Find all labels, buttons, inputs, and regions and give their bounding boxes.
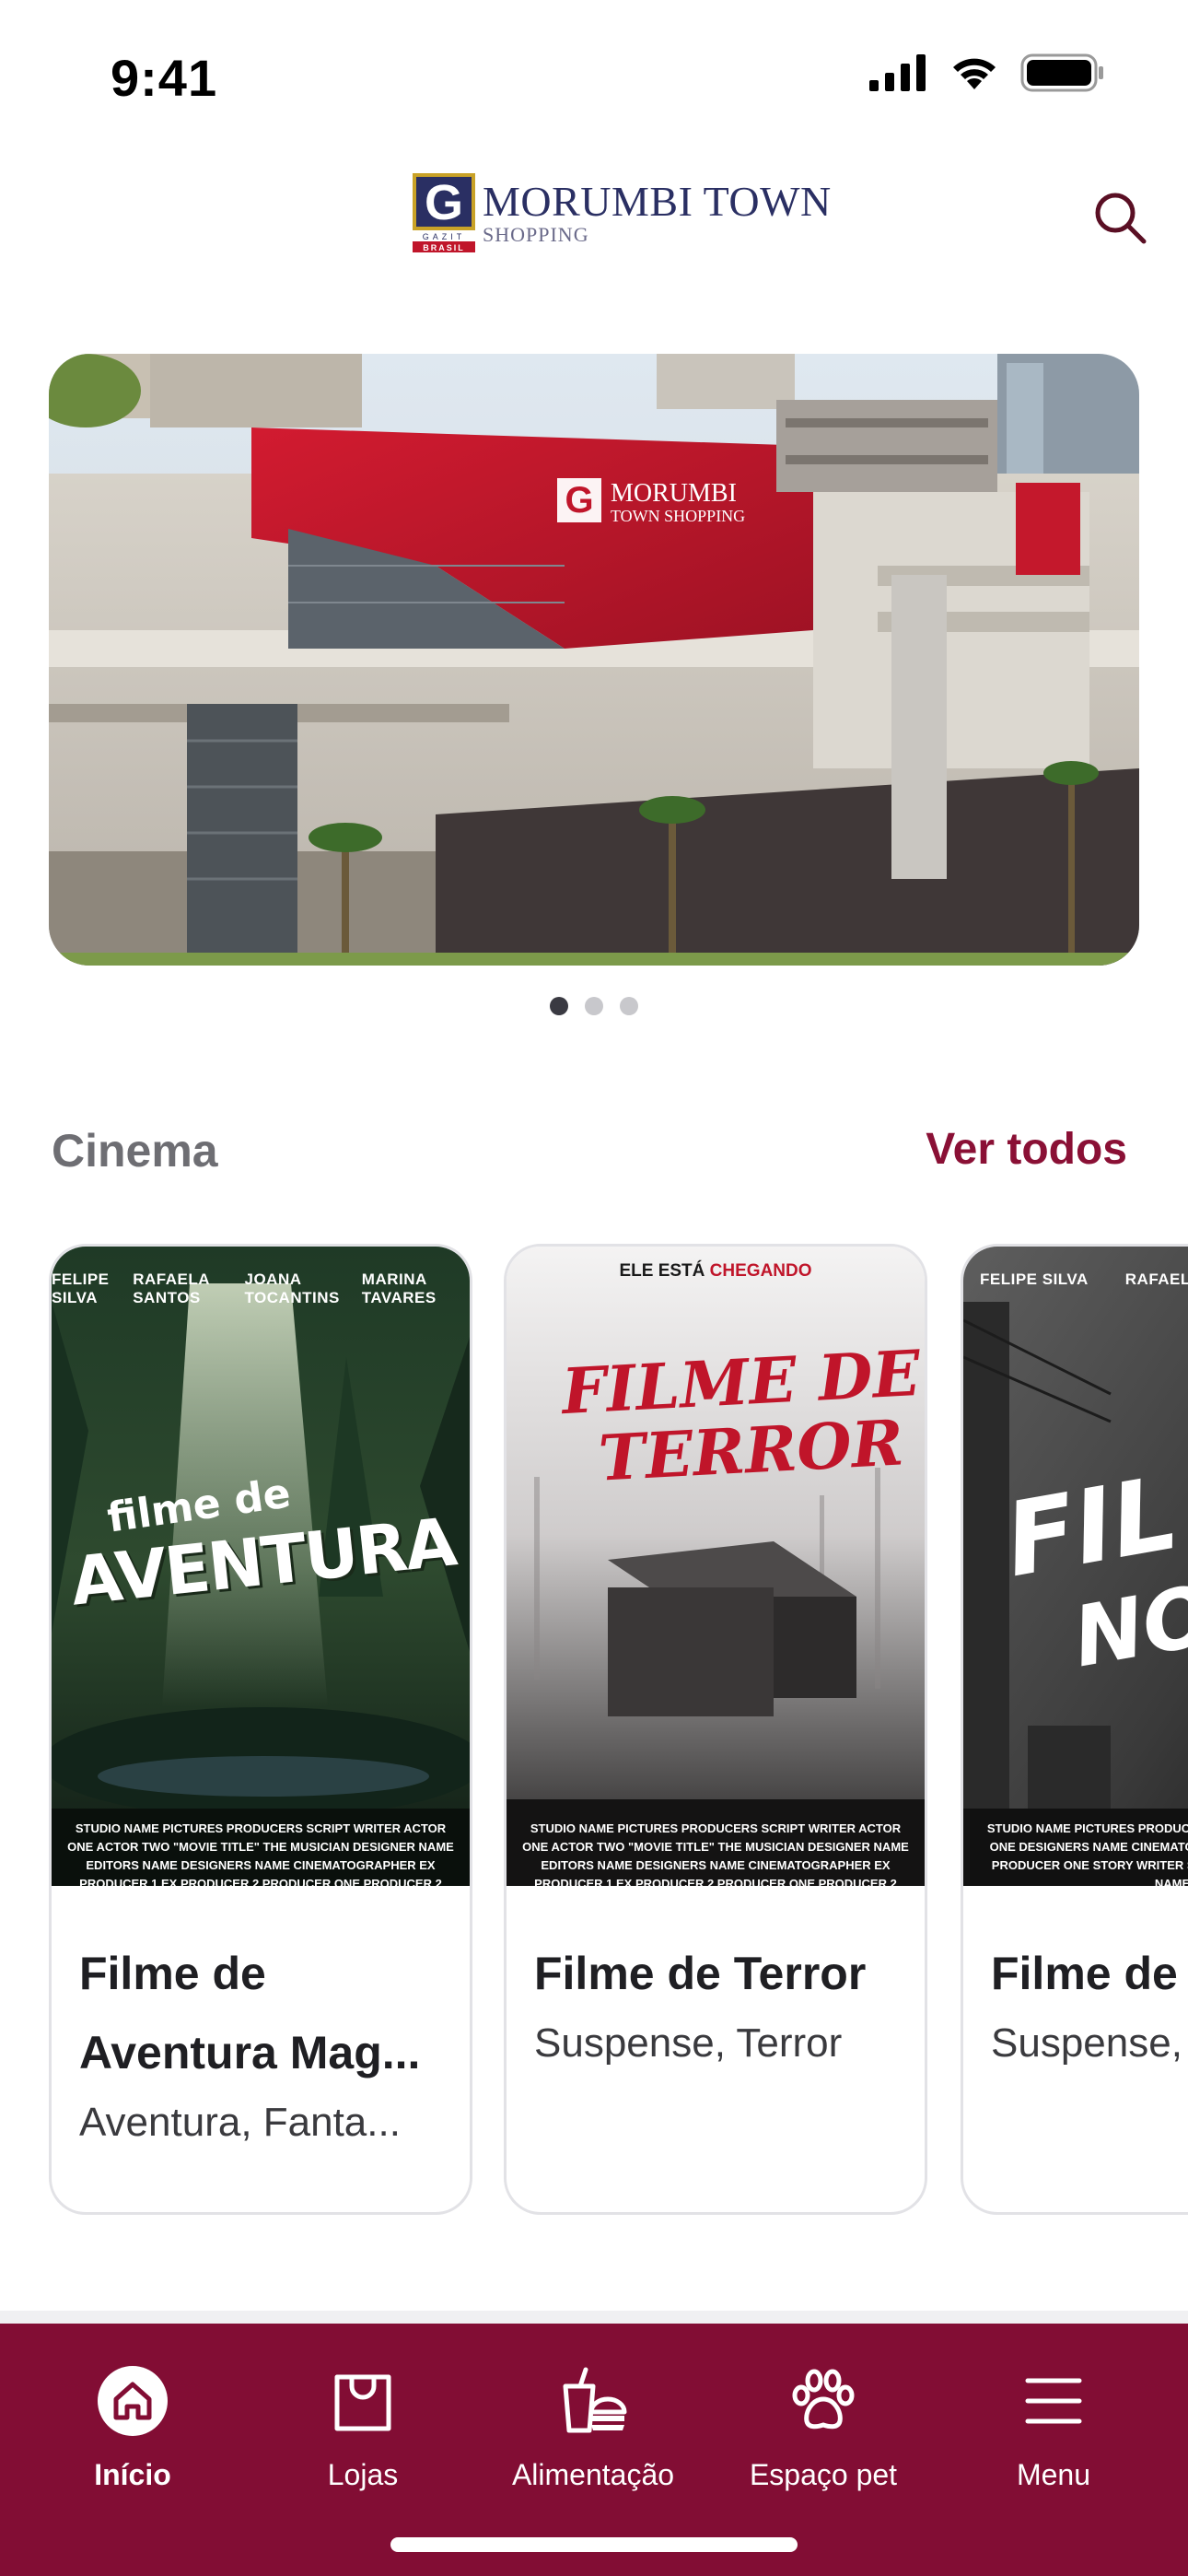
movie-genre: Suspense, Terror (534, 2020, 843, 2066)
movie-card-body: Filme de Aventura Mag... Aventura, Fanta… (52, 1886, 470, 2146)
poster-credits: FELIPE SILVA RAFAELA SANTOS J (963, 1270, 1188, 1289)
poster-tagline-part: ELE ESTÁ (619, 1261, 705, 1281)
poster-credits: FELIPE SILVA RAFAELA SANTOS JOANA TOCANT… (52, 1270, 470, 1307)
paw-icon (786, 2364, 860, 2438)
poster-billing-block: STUDIO NAME PICTURES PRODUCERS SCRIPT WR… (67, 1821, 454, 1886)
see-all-cinema-link[interactable]: Ver todos (926, 1124, 1127, 1175)
menu-icon (1017, 2364, 1090, 2438)
mall-logo[interactable]: G GAZIT BRASIL MORUMBI TOWN SHOPPING (413, 173, 832, 252)
cellular-signal-icon (869, 54, 926, 91)
poster-billing-block: STUDIO NAME PICTURES PRODUCERS SCRIPT WR… (522, 1821, 909, 1886)
movie-poster-aventura: FELIPE SILVA RAFAELA SANTOS JOANA TOCANT… (52, 1247, 470, 1886)
status-bar: 9:41 (0, 0, 1188, 157)
hero-sign-main: MORUMBI (611, 479, 737, 508)
tab-alimentacao[interactable]: Alimentação (483, 2364, 704, 2492)
carousel-dot-2[interactable] (585, 997, 603, 1015)
cinema-section-title: Cinema (52, 1125, 218, 1177)
movie-poster-terror: ELE ESTÁ CHEGANDO FILME DE TERROR STUDIO… (507, 1247, 925, 1886)
logo-mark-caption-brasil: BRASIL (423, 243, 465, 252)
movie-card-body: Filme de Suspense, (963, 1886, 1188, 2067)
tab-lojas[interactable]: Lojas (252, 2364, 473, 2492)
logo-mark-letter: G (425, 175, 463, 230)
movie-title: Filme de Terror (534, 1948, 867, 1999)
movie-card-aventura[interactable]: FELIPE SILVA RAFAELA SANTOS JOANA TOCANT… (49, 1244, 472, 2215)
svg-text:G: G (565, 480, 593, 521)
tab-menu[interactable]: Menu (943, 2364, 1164, 2492)
poster-tagline: ELE ESTÁ CHEGANDO (507, 1261, 925, 1282)
tab-label: Menu (1016, 2458, 1091, 2491)
hero-carousel-slide[interactable]: G MORUMBI TOWN SHOPPING (49, 354, 1139, 966)
poster-credit: MARINA TAVARES (361, 1270, 437, 1306)
tab-inicio[interactable]: Início (22, 2364, 243, 2492)
logo-mark-caption-gazit: GAZIT (423, 232, 466, 241)
battery-icon (1020, 53, 1103, 92)
carousel-dot-1[interactable] (550, 997, 568, 1015)
poster-credit: RAFAELA SANTOS (1124, 1270, 1188, 1288)
home-icon (96, 2364, 169, 2438)
tab-espaco-pet[interactable]: Espaço pet (713, 2364, 934, 2492)
movie-genre: Suspense, (991, 2020, 1182, 2066)
poster-credit: RAFAELA SANTOS (133, 1270, 210, 1306)
logo-wordmark: MORUMBI TOWN SHOPPING (483, 181, 832, 245)
movie-card-body: Filme de Terror Suspense, Terror (507, 1886, 925, 2067)
gazit-logo-mark: G GAZIT BRASIL (413, 173, 475, 252)
poster-credit: JOANA TOCANTINS (244, 1270, 340, 1306)
search-icon (1095, 193, 1147, 244)
poster-tagline-highlight: CHEGANDO (709, 1261, 812, 1281)
poster-credit: FELIPE SILVA (52, 1270, 110, 1306)
tab-label: Alimentação (511, 2458, 675, 2491)
movie-poster-noir: FELIPE SILVA RAFAELA SANTOS J FIL NO STU… (963, 1247, 1188, 1886)
logo-main-text: MORUMBI TOWN (483, 178, 832, 225)
tab-label: Lojas (327, 2458, 399, 2491)
carousel-pagination (0, 997, 1188, 1015)
hero-sign-sub: TOWN SHOPPING (611, 507, 745, 525)
movie-card-terror[interactable]: ELE ESTÁ CHEGANDO FILME DE TERROR STUDIO… (504, 1244, 927, 2215)
movie-genre: Aventura, Fanta... (79, 2100, 401, 2145)
poster-billing-block: STUDIO NAME PICTURES PRODUCERS SCRIPT WR… (986, 1821, 1188, 1886)
shopping-bag-icon (326, 2364, 400, 2438)
mall-building-image: G MORUMBI TOWN SHOPPING (49, 354, 1139, 966)
status-icons (869, 53, 1105, 92)
movie-title: Filme de (991, 1948, 1178, 1999)
app-header: G GAZIT BRASIL MORUMBI TOWN SHOPPING (0, 157, 1188, 341)
logo-sub-text: SHOPPING (483, 223, 589, 246)
carousel-dot-3[interactable] (620, 997, 638, 1015)
tabbar-divider (0, 2311, 1188, 2324)
tab-label: Espaço pet (749, 2458, 898, 2491)
movie-card-noir[interactable]: FELIPE SILVA RAFAELA SANTOS J FIL NO STU… (961, 1244, 1188, 2215)
tab-label: Início (94, 2458, 171, 2491)
movie-carousel[interactable]: FELIPE SILVA RAFAELA SANTOS JOANA TOCANT… (0, 1244, 1188, 2220)
wifi-icon (953, 58, 996, 89)
poster-credit: FELIPE SILVA (980, 1270, 1089, 1288)
movie-title: Filme de Aventura Mag... (79, 1948, 421, 2078)
food-icon (556, 2364, 630, 2438)
home-indicator[interactable] (390, 2537, 798, 2552)
search-button[interactable] (1087, 184, 1153, 251)
status-time: 9:41 (111, 49, 218, 107)
